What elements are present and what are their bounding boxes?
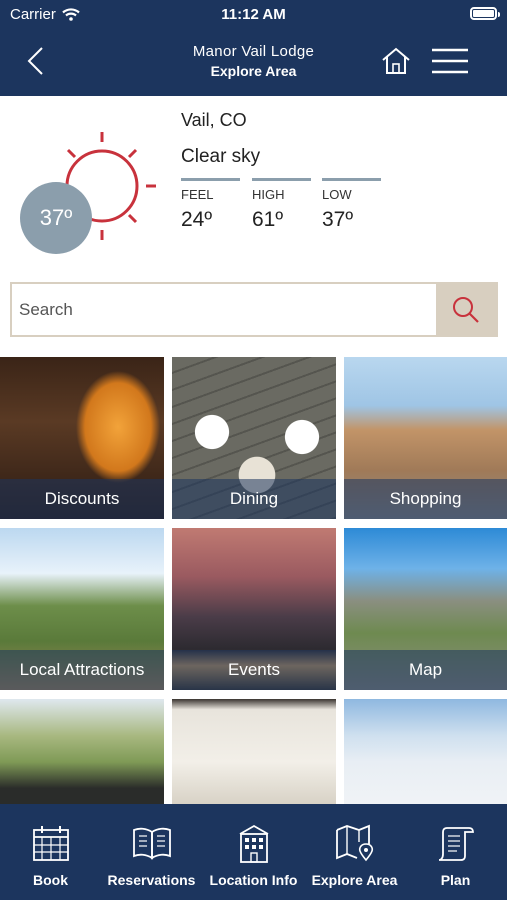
building-icon (239, 824, 268, 863)
tile-label: Discounts (0, 479, 164, 519)
tile-shopping[interactable]: Shopping (344, 357, 507, 519)
low-label: LOW (322, 187, 352, 202)
status-time: 11:12 AM (221, 6, 286, 23)
nav-plan[interactable]: Plan (405, 804, 506, 900)
tile-label: Local Attractions (0, 650, 164, 690)
tile-events[interactable]: Events (172, 528, 336, 690)
app-header: Carrier 11:12 AM Manor Vail Lodge Explor… (0, 0, 507, 96)
header-titles: Manor Vail Lodge Explore Area (120, 42, 387, 80)
feel-label: FEEL (181, 187, 214, 202)
bottom-nav: Book Reservations Location Info Explore … (0, 804, 507, 900)
nav-reservations[interactable]: Reservations (101, 804, 202, 900)
calendar-icon (32, 826, 69, 861)
tile-photo[interactable] (172, 699, 336, 804)
current-temperature: 37º (20, 182, 92, 254)
home-icon[interactable] (380, 46, 412, 76)
nav-explore-area[interactable]: Explore Area (304, 804, 405, 900)
tile-label: Map (344, 650, 507, 690)
tile-dining[interactable]: Dining (172, 357, 336, 519)
tile-discounts[interactable]: Discounts (0, 357, 164, 519)
tile-label: Dining (172, 479, 336, 519)
low-stat: LOW 37º (322, 178, 381, 232)
nav-explore-area-label: Explore Area (311, 872, 398, 888)
map-pin-icon (335, 824, 373, 862)
nav-location-info-label: Location Info (209, 872, 298, 888)
battery-icon (470, 7, 500, 20)
low-value: 37º (322, 208, 354, 231)
nav-book-label: Book (33, 872, 68, 888)
scroll-icon (438, 827, 474, 861)
tile-photo[interactable] (0, 699, 164, 804)
tile-photo[interactable] (344, 699, 507, 804)
nav-reservations-label: Reservations (107, 872, 196, 888)
feel-stat: FEEL 24º (181, 178, 240, 232)
search-button[interactable] (436, 284, 496, 335)
status-bar: Carrier 11:12 AM (0, 0, 507, 28)
tile-label: Shopping (344, 479, 507, 519)
high-label: HIGH (252, 187, 285, 202)
app-screen: Carrier 11:12 AM Manor Vail Lodge Explor… (0, 0, 507, 900)
header-subtitle: Explore Area (210, 62, 297, 79)
weather-condition: Clear sky (181, 146, 261, 167)
nav-location-info[interactable]: Location Info (203, 804, 304, 900)
search-icon (453, 296, 479, 323)
hamburger-menu-icon[interactable] (430, 46, 470, 76)
back-chevron-icon[interactable] (22, 44, 52, 78)
high-value: 61º (252, 208, 284, 231)
search-input[interactable] (12, 284, 436, 335)
search-bar (10, 282, 498, 337)
book-icon (132, 827, 171, 860)
feel-value: 24º (181, 208, 213, 231)
header-title: Manor Vail Lodge (192, 43, 315, 60)
nav-book[interactable]: Book (0, 804, 101, 900)
weather-location: Vail, CO (181, 110, 247, 130)
nav-plan-label: Plan (440, 872, 471, 888)
tile-label: Events (172, 650, 336, 690)
tile-map[interactable]: Map (344, 528, 507, 690)
high-stat: HIGH 61º (252, 178, 311, 232)
tile-local-attractions[interactable]: Local Attractions (0, 528, 164, 690)
